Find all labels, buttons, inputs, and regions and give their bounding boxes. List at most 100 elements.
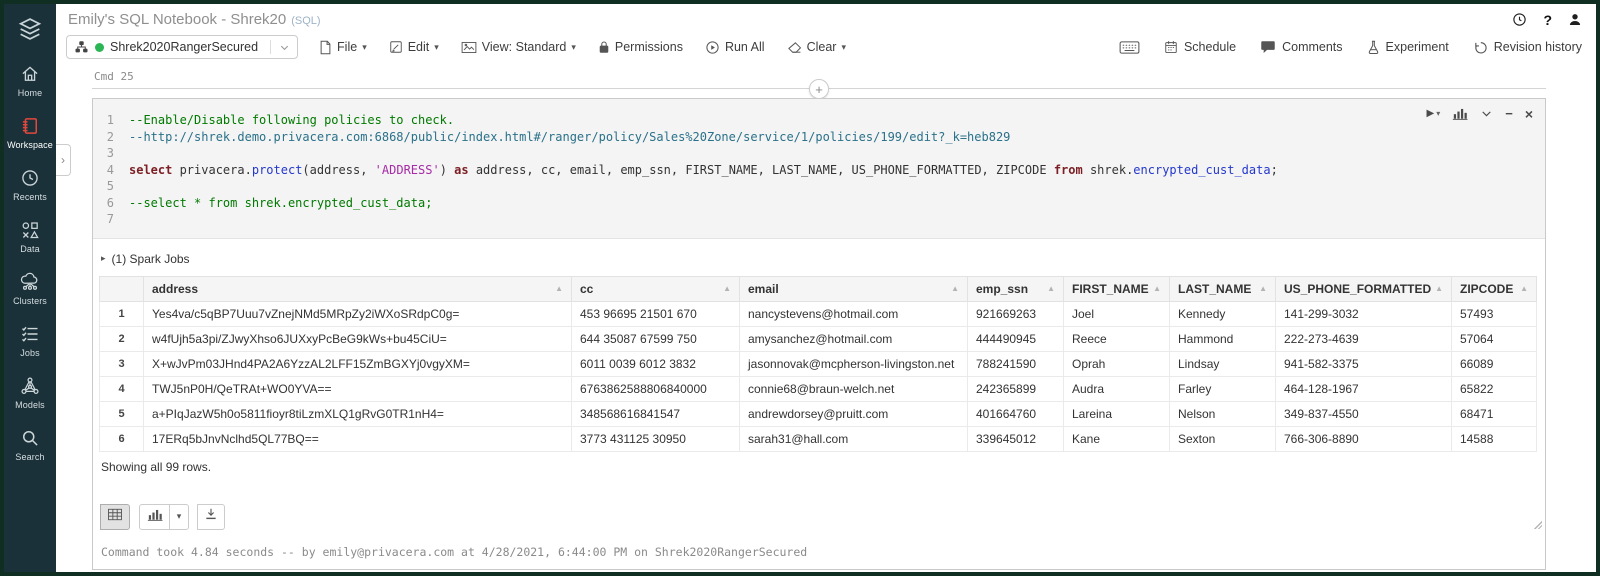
table-cell: a+PIqJazW5h0o5811fioyr8tiLzmXLQ1gRvG0TR1… <box>143 400 572 427</box>
minimize-button[interactable]: − <box>1505 106 1513 121</box>
sidebar-item-workspace[interactable]: Workspace <box>7 106 53 158</box>
table-cell: Oprah <box>1063 350 1170 377</box>
menu-file[interactable]: File ▾ <box>308 35 378 59</box>
action-revision-history[interactable]: Revision history <box>1473 40 1582 55</box>
table-cell: Sexton <box>1169 425 1276 452</box>
table-cell: 6763862588806840000 <box>571 375 740 402</box>
column-header-last_name[interactable]: LAST_NAME ▲ <box>1169 275 1276 302</box>
lock-icon <box>598 40 610 54</box>
table-cell: 644 35087 67599 750 <box>571 325 740 352</box>
code-editor[interactable]: ▶ ▾ − × 1 --Enable/Disable following policie… <box>93 99 1545 239</box>
add-cell-button[interactable]: + <box>809 79 829 99</box>
run-cell-button[interactable]: ▶ ▾ <box>1427 108 1441 119</box>
experiment-icon <box>1367 40 1380 55</box>
row-number-header <box>99 275 144 302</box>
column-header-email[interactable]: email ▲ <box>739 275 968 302</box>
action-schedule[interactable]: Schedule <box>1164 40 1236 54</box>
line-number: 1 <box>106 113 114 127</box>
column-header-us_phone_formatted[interactable]: US_PHONE_FORMATTED ▲ <box>1275 275 1452 302</box>
column-label: US_PHONE_FORMATTED <box>1284 281 1432 296</box>
table-cell: 141-299-3032 <box>1275 300 1452 327</box>
table-cell: sarah31@hall.com <box>739 425 968 452</box>
databricks-logo-icon[interactable] <box>4 4 56 54</box>
table-cell: 14588 <box>1451 425 1537 452</box>
table-row: 4 TWJ5nP0H/QeTRAt+WO0YVA== 676386258880684… <box>99 375 1537 402</box>
sidebar-item-search[interactable]: Search <box>7 418 53 470</box>
menu-label: View: Standard <box>481 40 567 54</box>
table-cell: jasonnovak@mcpherson-livingston.net <box>739 350 968 377</box>
sidebar-item-data[interactable]: Data <box>7 210 53 262</box>
chart-options-button[interactable]: ▾ <box>169 503 189 530</box>
history-icon <box>1473 40 1488 55</box>
column-header-zipcode[interactable]: ZIPCODE ▲ <box>1451 275 1537 302</box>
action-label: Schedule <box>1183 40 1237 54</box>
column-header-address[interactable]: address ▲ <box>143 275 572 302</box>
table-cell: 941-582-3375 <box>1275 350 1452 377</box>
collapse-button[interactable] <box>1480 107 1493 120</box>
table-cell: 766-306-8890 <box>1275 425 1452 452</box>
table-cell: 453 96695 21501 670 <box>571 300 740 327</box>
menu-view[interactable]: View: Standard ▾ <box>450 35 587 59</box>
table-cell: Nelson <box>1169 400 1276 427</box>
line-content: select privacera.protect(address, 'ADDRE… <box>129 162 1278 177</box>
line-content: --Enable/Disable following policies to c… <box>129 113 455 127</box>
table-cell: 349-837-4550 <box>1275 400 1452 427</box>
notebook-content: Cmd 25 + ▶ ▾ − × 1 --Enable/Disable followin… <box>56 63 1596 572</box>
column-header-cc[interactable]: cc ▲ <box>571 275 740 302</box>
column-header-first_name[interactable]: FIRST_NAME ▲ <box>1063 275 1170 302</box>
code-line: 7 <box>97 211 1535 228</box>
table-cell: Joel <box>1063 300 1170 327</box>
table-cell: w4fUjh5a3pi/ZJwyXhso6JUXxyPcBeG9kWs+bu45… <box>143 325 572 352</box>
action-comments[interactable]: Comments <box>1260 40 1343 54</box>
line-content: --http://shrek.demo.privacera.com:6868/p… <box>129 129 1011 144</box>
calendar-icon <box>1164 40 1178 54</box>
sidebar-expand-tab[interactable]: › <box>56 144 71 176</box>
menu-label: Run All <box>724 40 765 54</box>
chart-view-button[interactable] <box>139 503 170 530</box>
table-cell: amysanchez@hotmail.com <box>739 325 968 352</box>
status-clock-icon[interactable] <box>1512 12 1527 27</box>
sidebar-item-label: Models <box>15 400 45 410</box>
table-view-button[interactable] <box>100 503 130 530</box>
app-header: Emily's SQL Notebook - Shrek20 (SQL) ? <box>56 4 1596 31</box>
table-header-row: address ▲ cc ▲ email ▲ emp_ssn ▲ FIRST_NAME ▲ LAST… <box>99 275 1537 302</box>
download-button[interactable] <box>197 503 225 530</box>
results-resize-handle[interactable] <box>1533 519 1542 529</box>
menu-run-all[interactable]: Run All <box>694 35 776 59</box>
table-cell: 6011 0039 6012 3832 <box>571 350 740 377</box>
menu-permissions[interactable]: Permissions <box>587 35 694 59</box>
sidebar: Home Workspace Recents Data Clusters Jobs Mode… <box>4 4 56 572</box>
clusters-icon <box>19 271 41 293</box>
column-header-emp_ssn[interactable]: emp_ssn ▲ <box>967 275 1064 302</box>
menu-label: File <box>337 40 358 54</box>
sidebar-nav: Home Workspace Recents Data Clusters Jobs Mode… <box>7 54 53 470</box>
table-cell: Yes4va/c5qBP7Uuu7vZnejNMd5MRpZy2iWXoSRdp… <box>143 300 572 327</box>
sidebar-item-recents[interactable]: Recents <box>7 158 53 210</box>
sidebar-item-home[interactable]: Home <box>7 54 53 106</box>
account-icon[interactable] <box>1568 12 1582 27</box>
collapsed-arrow-icon: ▸ <box>101 253 106 263</box>
code-line: 6 --select * from shrek.encrypted_cust_da… <box>97 195 1535 212</box>
search-icon <box>20 427 40 449</box>
sidebar-item-jobs[interactable]: Jobs <box>7 314 53 366</box>
line-number: 4 <box>106 162 114 177</box>
download-group <box>197 503 225 530</box>
table-row: 5 a+PIqJazW5h0o5811fioyr8tiLzmXLQ1gRvG0TR… <box>99 400 1537 427</box>
sidebar-item-clusters[interactable]: Clusters <box>7 262 53 314</box>
action-experiment[interactable]: Experiment <box>1367 40 1449 55</box>
toolbar-right-actions: Schedule Comments Experiment Revision histo… <box>1119 40 1582 55</box>
cluster-tree-icon <box>74 40 89 54</box>
cluster-selector[interactable]: Shrek2020RangerSecured <box>66 35 299 59</box>
sidebar-item-models[interactable]: Models <box>7 366 53 418</box>
line-number: 3 <box>106 146 114 160</box>
sidebar-item-label: Clusters <box>13 296 47 306</box>
dashboard-view-button[interactable] <box>1452 107 1468 120</box>
help-icon[interactable]: ? <box>1543 12 1552 28</box>
delete-cell-button[interactable]: × <box>1525 107 1533 121</box>
table-cell: 921669263 <box>967 300 1064 327</box>
menu-clear[interactable]: Clear ▾ <box>776 35 857 59</box>
spark-jobs-toggle[interactable]: ▸ (1) Spark Jobs <box>99 243 1537 276</box>
app-window: Home Workspace Recents Data Clusters Jobs Mode… <box>0 0 1600 576</box>
action-shortcuts[interactable] <box>1119 40 1140 55</box>
menu-edit[interactable]: Edit ▾ <box>378 35 450 59</box>
